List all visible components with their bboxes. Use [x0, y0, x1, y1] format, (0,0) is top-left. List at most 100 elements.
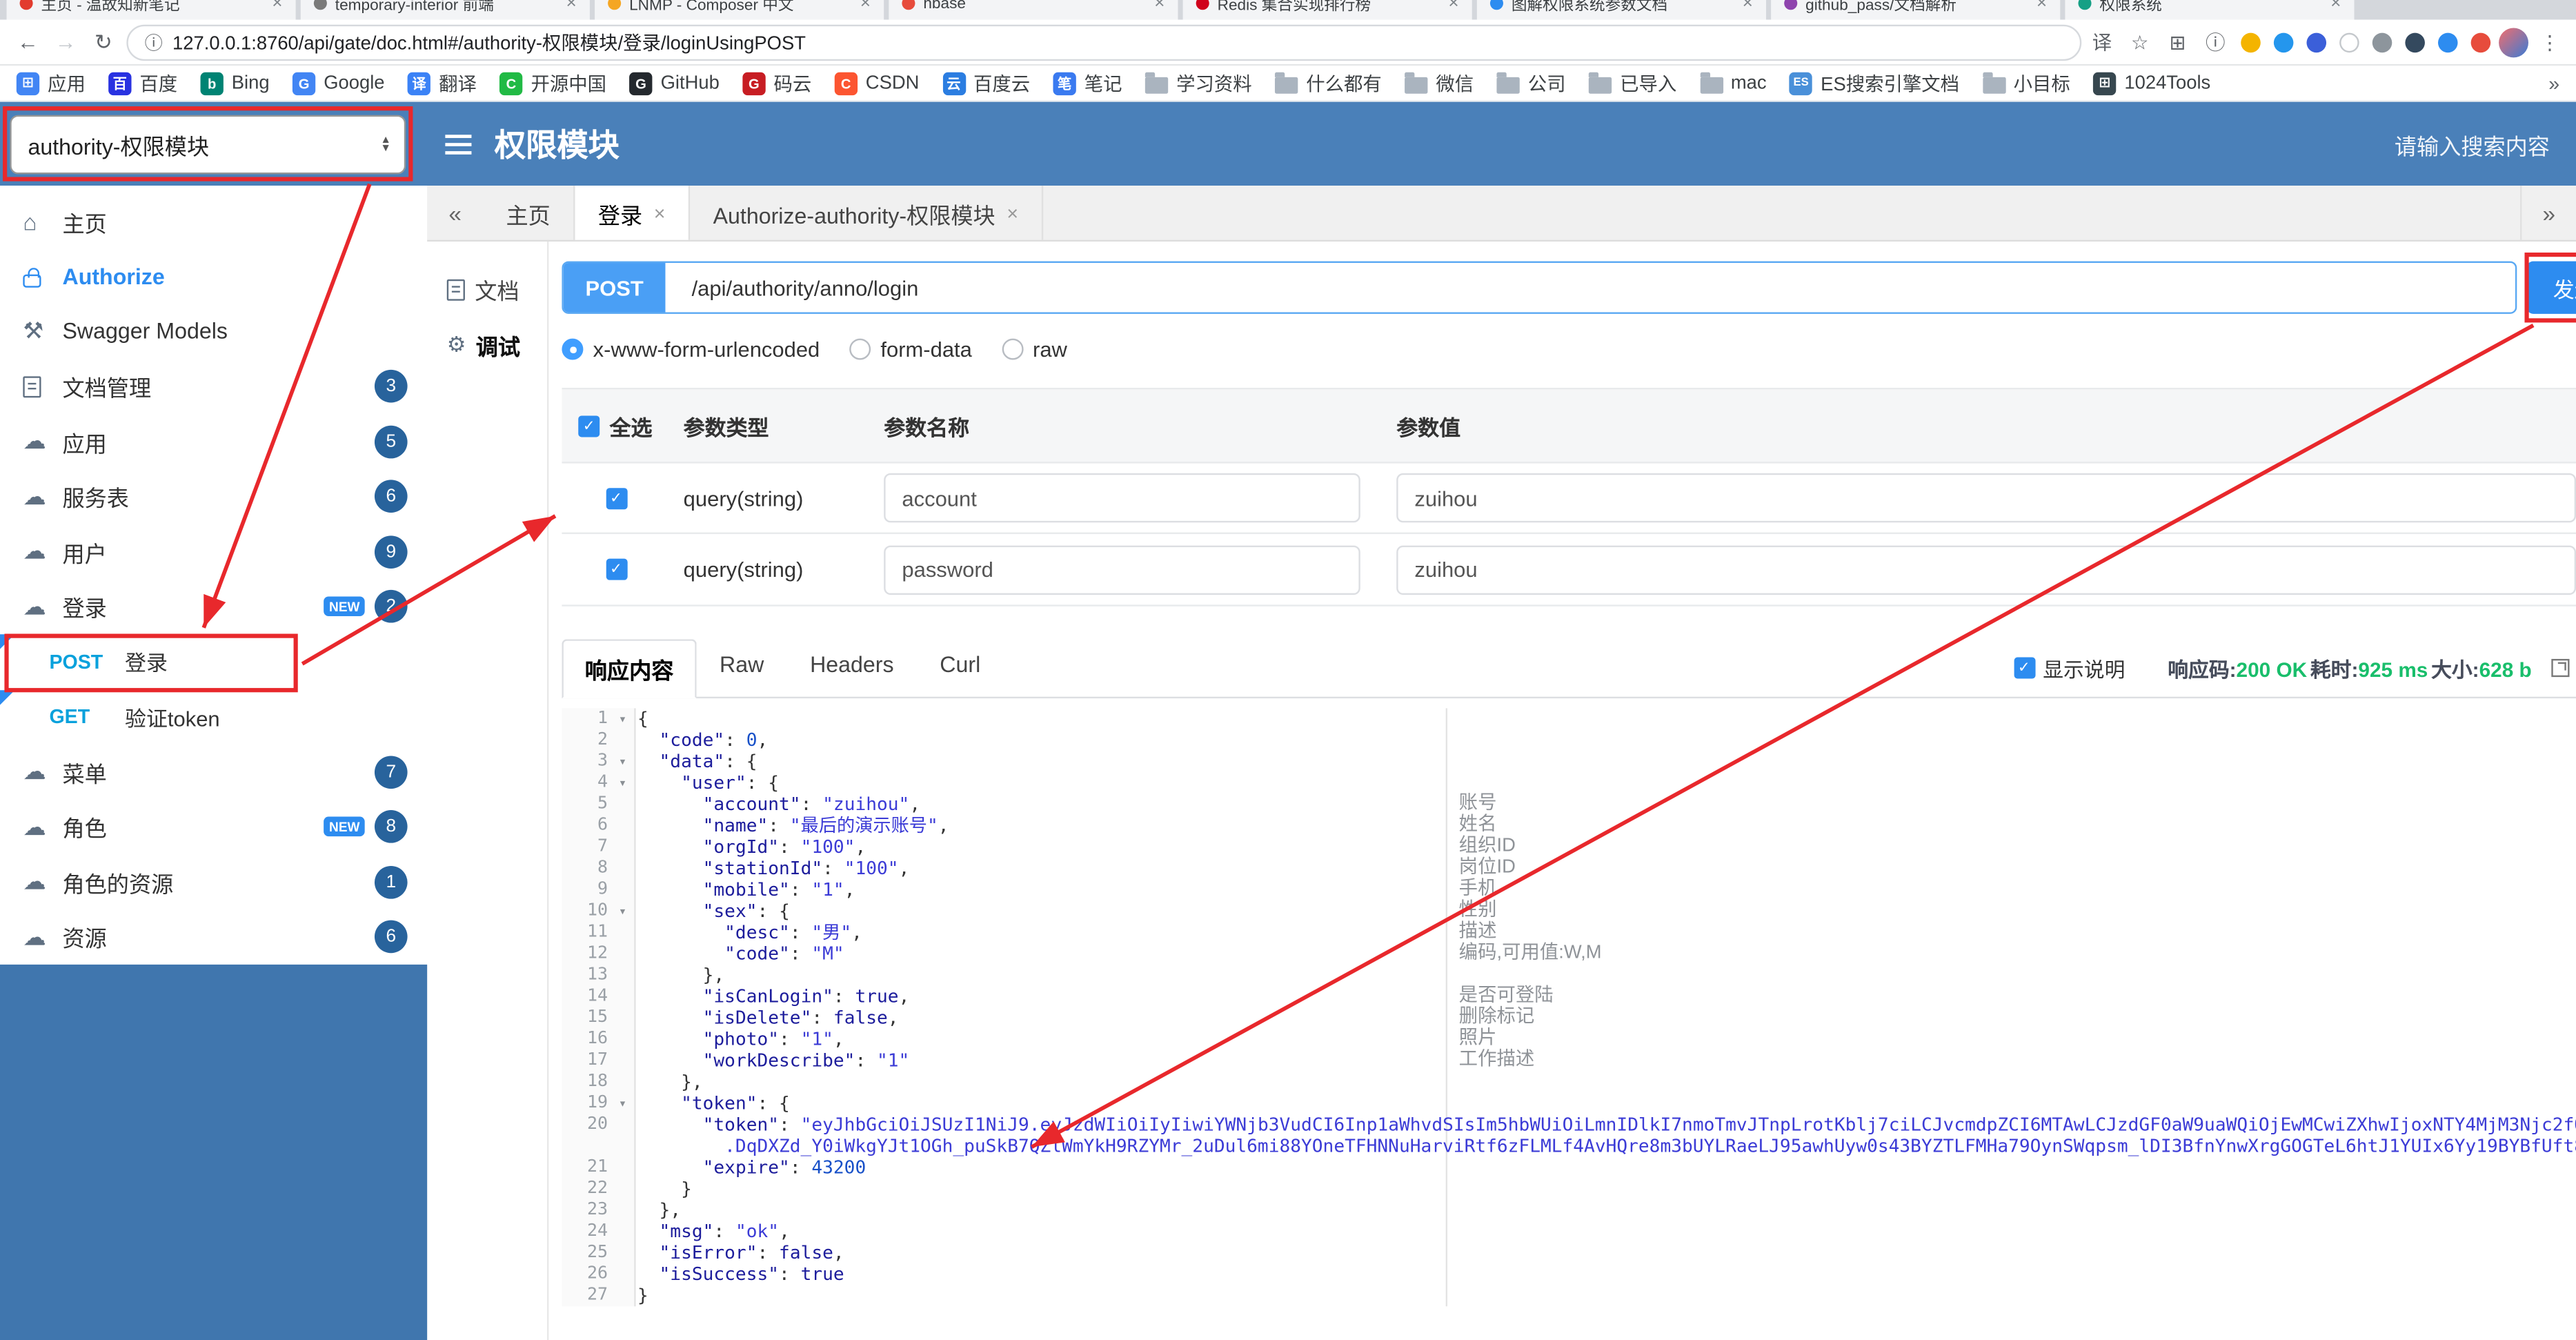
row-checkbox[interactable]: ✓ [605, 487, 627, 509]
tab-close-icon[interactable]: × [860, 0, 871, 13]
extension-icon-5[interactable] [2372, 32, 2392, 52]
bookmark-item[interactable]: C 开源中国 [499, 70, 606, 96]
tab-close-icon[interactable]: × [1154, 0, 1165, 13]
bookmark-item[interactable]: 公司 [1496, 70, 1566, 96]
bookmark-item[interactable]: ES ES搜索引擎文档 [1789, 70, 1959, 96]
extension-icon-2[interactable] [2273, 32, 2294, 52]
sidebar-item-主页[interactable]: ⌂ 主页 [0, 194, 427, 249]
response-tab[interactable]: Headers [787, 639, 917, 698]
response-tab[interactable]: Raw [697, 639, 787, 698]
translate-icon[interactable]: 译 [2090, 28, 2114, 55]
nav-调试[interactable]: ⚙ 调试 [427, 317, 547, 373]
sidebar-item-角色的资源[interactable]: ☁ 角色的资源 1 [0, 854, 427, 909]
bookmark-item[interactable]: 学习资料 [1145, 70, 1252, 96]
param-value-input[interactable]: zuihou [1396, 473, 2576, 523]
bookmark-item[interactable]: G Google [292, 71, 385, 95]
bookmark-item[interactable]: 笔笔记 [1053, 70, 1122, 96]
bookmark-item[interactable]: G 码云 [742, 70, 811, 96]
side-panel-icon[interactable]: ⊞ [2166, 30, 2190, 53]
reload-button[interactable]: ↻ [89, 29, 119, 55]
tab-close-icon[interactable]: × [654, 201, 666, 224]
body-type-option[interactable]: form-data [849, 337, 972, 362]
bookmark-item[interactable]: C CSDN [834, 71, 919, 95]
sidebar-endpoint-post[interactable]: POST 登录 [0, 634, 427, 689]
param-value-input[interactable]: zuihou [1396, 544, 2576, 594]
sidebar-item-资源[interactable]: ☁ 资源 6 [0, 909, 427, 965]
bookmark-star-icon[interactable]: ☆ [2128, 30, 2152, 53]
sidebar-item-authorize[interactable]: Authorize [0, 249, 427, 304]
bookmark-item[interactable]: G GitHub [629, 71, 720, 95]
back-button[interactable]: ← [13, 30, 43, 55]
fullscreen-icon[interactable] [2551, 658, 2570, 678]
fold-arrow-icon[interactable]: ▾ [611, 751, 634, 772]
site-info-icon[interactable]: ⓘ [145, 29, 163, 55]
address-bar[interactable]: ⓘ 127.0.0.1:8760/api/gate/doc.html#/auth… [126, 23, 2082, 60]
extension-icon-8[interactable] [2470, 32, 2491, 52]
sidebar-item-swagger models[interactable]: ⚒ Swagger Models [0, 304, 427, 359]
show-desc-toggle[interactable]: ✓ 显示说明 [2013, 652, 2125, 683]
tab-close-icon[interactable]: × [272, 0, 282, 13]
tabs-expand-icon[interactable]: » [2520, 186, 2576, 240]
sidebar-endpoint-get[interactable]: GET 验证token [0, 689, 427, 745]
doc-tab[interactable]: Authorize-authority-权限模块 × [690, 186, 1043, 240]
tab-close-icon[interactable]: × [1743, 0, 1753, 13]
tab-close-icon[interactable]: × [1007, 201, 1018, 224]
bookmark-item[interactable]: 译翻译 [407, 70, 477, 96]
response-tab[interactable]: 响应内容 [562, 639, 697, 699]
body-type-option[interactable]: x-www-form-urlencoded [562, 337, 820, 362]
nav-文档[interactable]: 文档 [427, 262, 547, 317]
param-name-input[interactable]: account [884, 473, 1360, 523]
browser-tab[interactable]: 图解权限系统参数文档 × [1476, 0, 1767, 20]
bookmark-item[interactable]: 微信 [1405, 70, 1474, 96]
tab-close-icon[interactable]: × [2037, 0, 2047, 13]
browser-tab[interactable]: temporary-interior 前端 × [300, 0, 590, 20]
bookmark-item[interactable]: b Bing [200, 71, 270, 95]
module-select[interactable]: authority-权限模块 ▲ ▼ [10, 114, 406, 174]
sidebar-item-文档管理[interactable]: 文档管理 3 [0, 359, 427, 414]
bookmark-item[interactable]: 云百度云 [942, 70, 1030, 96]
fold-arrow-icon[interactable]: ▾ [611, 900, 634, 922]
hamburger-icon[interactable] [445, 134, 472, 154]
extension-icon-6[interactable] [2405, 32, 2425, 52]
bookmark-item[interactable]: ⊞ 应用 [16, 70, 86, 96]
bookmark-item[interactable]: 小目标 [1982, 70, 2070, 96]
response-tab[interactable]: Curl [917, 639, 1004, 698]
extension-icon-3[interactable] [2306, 32, 2327, 52]
browser-tab[interactable]: Redis 集合实现排行榜 × [1182, 0, 1472, 20]
tabs-collapse-icon[interactable]: « [427, 186, 483, 240]
extension-icon-4[interactable] [2339, 32, 2359, 52]
send-button[interactable]: 发送 [2526, 261, 2576, 314]
extension-icon-1[interactable] [2241, 32, 2261, 52]
doc-tab[interactable]: 登录 × [575, 186, 691, 240]
row-checkbox[interactable]: ✓ [605, 558, 627, 580]
bookmark-item[interactable]: mac [1699, 71, 1767, 93]
sidebar-item-角色[interactable]: ☁ 角色 NEW 8 [0, 800, 427, 855]
bookmark-item[interactable]: 已导入 [1588, 70, 1676, 96]
browser-tab[interactable]: hbase × [889, 0, 1178, 20]
browser-tab[interactable]: 主页 - 温故知新笔记 × [6, 0, 296, 20]
fold-arrow-icon[interactable]: ▾ [611, 708, 634, 729]
body-type-option[interactable]: raw [1001, 337, 1067, 362]
info-icon[interactable]: ⓘ [2203, 28, 2228, 55]
tab-close-icon[interactable]: × [2330, 0, 2341, 13]
extension-icon-7[interactable] [2437, 32, 2458, 52]
param-name-input[interactable]: password [884, 544, 1360, 594]
sidebar-item-用户[interactable]: ☁ 用户 9 [0, 524, 427, 580]
select-all-checkbox[interactable]: ✓ [578, 415, 600, 437]
tab-close-icon[interactable]: × [566, 0, 577, 13]
bookmark-item[interactable]: 什么都有 [1275, 70, 1382, 96]
browser-menu-icon[interactable]: ⋮ [2537, 30, 2563, 53]
doc-tab[interactable]: 主页 [483, 186, 575, 240]
bookmark-item[interactable]: ⊞ 1024Tools [2093, 71, 2210, 95]
sidebar-item-菜单[interactable]: ☁ 菜单 7 [0, 745, 427, 800]
sidebar-item-应用[interactable]: ☁ 应用 5 [0, 414, 427, 469]
forward-button[interactable]: → [51, 30, 81, 55]
tab-close-icon[interactable]: × [1448, 0, 1458, 13]
bookmarks-overflow-icon[interactable]: » [2548, 72, 2559, 95]
sidebar-item-登录[interactable]: ☁ 登录 NEW 2 [0, 579, 427, 634]
header-search-input[interactable]: 请输入搜索内容 [2395, 128, 2550, 161]
sidebar-item-服务表[interactable]: ☁ 服务表 6 [0, 469, 427, 524]
browser-tab[interactable]: github_pass/文档解析 × [1771, 0, 2061, 20]
browser-tab[interactable]: 权限系统 × [2065, 0, 2355, 20]
fold-arrow-icon[interactable]: ▾ [611, 772, 634, 794]
